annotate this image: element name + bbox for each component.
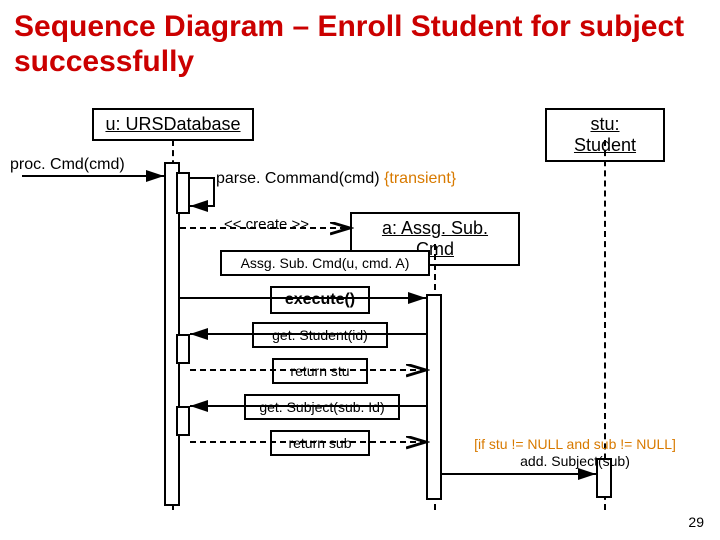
arrows-layer bbox=[0, 0, 720, 540]
page-number: 29 bbox=[688, 514, 704, 530]
slide: Sequence Diagram – Enroll Student for su… bbox=[0, 0, 720, 540]
